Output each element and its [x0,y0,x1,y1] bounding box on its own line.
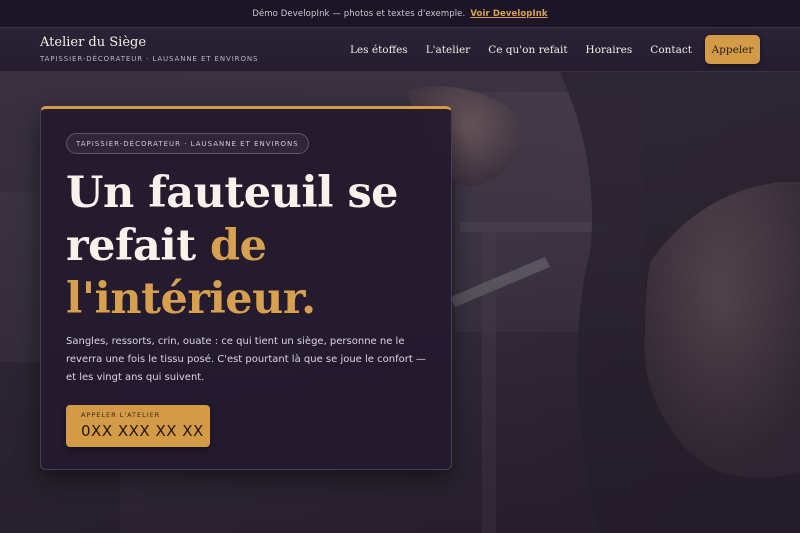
headline-line-1: Un fauteuil se [66,168,399,218]
nav-item-etoffes[interactable]: Les étoffes [350,44,408,56]
demo-banner-text: Démo DevelopInk — photos et textes d'exe… [252,8,466,19]
call-workshop-button[interactable]: APPELER L'ATELIER 0XX XXX XX XX [66,405,210,447]
brand-name[interactable]: Atelier du Siège [40,35,146,50]
headline-accent-de: de [210,221,267,271]
nav-item-horaires[interactable]: Horaires [586,44,633,56]
hero-category-pill: TAPISSIER-DÉCORATEUR · LAUSANNE ET ENVIR… [66,133,309,154]
demo-banner: Démo DevelopInk — photos et textes d'exe… [0,0,800,28]
cta-label: APPELER L'ATELIER [81,411,161,419]
nav-item-atelier[interactable]: L'atelier [426,44,471,56]
hero-card: TAPISSIER-DÉCORATEUR · LAUSANNE ET ENVIR… [40,106,452,470]
brand-tagline: TAPISSIER-DÉCORATEUR · LAUSANNE ET ENVIR… [40,55,259,63]
main-nav: Les étoffes L'atelier Ce qu'on refait Ho… [332,28,692,72]
headline-line-2: refait [66,221,211,271]
hero-description: Sangles, ressorts, crin, ouate : ce qui … [66,336,426,383]
cta-phone-number: 0XX XXX XX XX [81,422,204,440]
nav-item-contact[interactable]: Contact [650,44,692,56]
nav-item-ce-quon-refait[interactable]: Ce qu'on refait [488,44,567,56]
call-button[interactable]: Appeler [705,35,760,64]
site-header: Atelier du Siège TAPISSIER-DÉCORATEUR · … [0,28,800,72]
headline-accent-interieur: l'intérieur. [66,274,316,324]
hero-headline: Un fauteuil se refait de l'intérieur. [66,167,436,326]
demo-banner-link[interactable]: Voir DevelopInk [470,9,547,19]
